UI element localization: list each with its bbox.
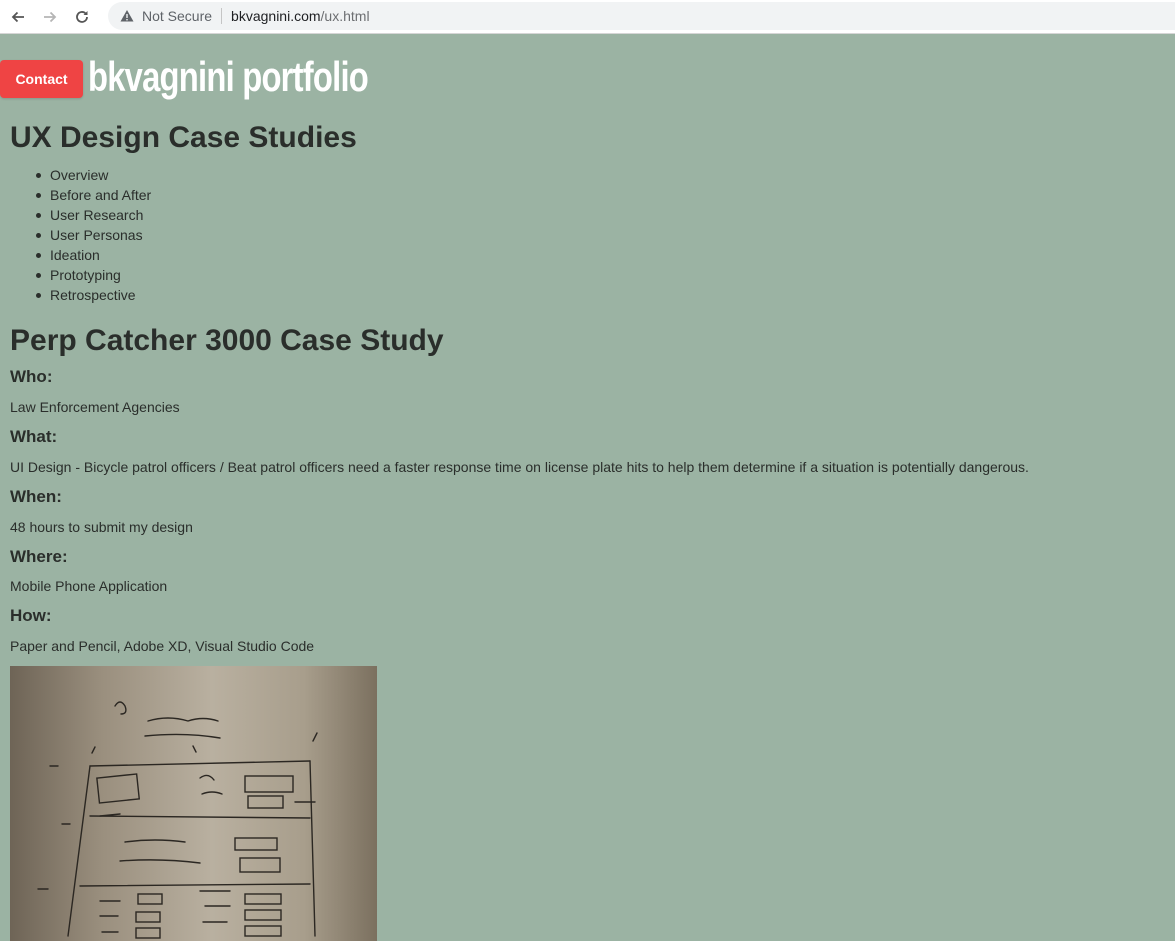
toc-item[interactable]: Overview bbox=[35, 165, 151, 185]
how-answer: Paper and Pencil, Adobe XD, Visual Studi… bbox=[10, 638, 315, 654]
security-status[interactable]: Not Secure bbox=[142, 8, 212, 24]
reload-icon[interactable] bbox=[68, 3, 96, 31]
what-heading: What: bbox=[10, 427, 58, 446]
section-title: UX Design Case Studies bbox=[10, 121, 357, 154]
forward-arrow-icon[interactable] bbox=[36, 3, 64, 31]
toc-item[interactable]: Before and After bbox=[35, 185, 151, 205]
when-answer: 48 hours to submit my design bbox=[10, 519, 193, 535]
where-heading: Where: bbox=[10, 547, 68, 566]
wireframe-sketch-image bbox=[10, 666, 377, 941]
toc-item[interactable]: User Personas bbox=[35, 225, 151, 245]
who-heading: Who: bbox=[10, 367, 53, 386]
address-bar[interactable]: Not Secure bkvagnini.com/ux.html bbox=[108, 2, 1175, 30]
who-answer: Law Enforcement Agencies bbox=[10, 399, 180, 415]
divider bbox=[221, 8, 223, 24]
toc-item[interactable]: Retrospective bbox=[35, 285, 151, 305]
contact-button[interactable]: Contact bbox=[0, 60, 83, 98]
back-arrow-icon[interactable] bbox=[4, 3, 32, 31]
site-title[interactable]: bkvagnini portfolio bbox=[88, 53, 369, 101]
toc-item[interactable]: Ideation bbox=[35, 245, 151, 265]
toc-item[interactable]: Prototyping bbox=[35, 265, 151, 285]
site-header: Contact bkvagnini portfolio bbox=[0, 53, 369, 100]
toc-list: Overview Before and After User Research … bbox=[35, 165, 151, 305]
url-host: bkvagnini.com bbox=[231, 8, 321, 24]
case-study-title: Perp Catcher 3000 Case Study bbox=[10, 324, 444, 357]
warning-icon bbox=[120, 10, 134, 22]
url-path: /ux.html bbox=[320, 8, 370, 24]
toc-item[interactable]: User Research bbox=[35, 205, 151, 225]
what-answer: UI Design - Bicycle patrol officers / Be… bbox=[10, 459, 1029, 475]
where-answer: Mobile Phone Application bbox=[10, 578, 168, 594]
how-heading: How: bbox=[10, 606, 52, 625]
browser-toolbar: Not Secure bkvagnini.com/ux.html bbox=[0, 0, 1175, 34]
sketch-drawing bbox=[37, 701, 318, 939]
when-heading: When: bbox=[10, 487, 62, 506]
